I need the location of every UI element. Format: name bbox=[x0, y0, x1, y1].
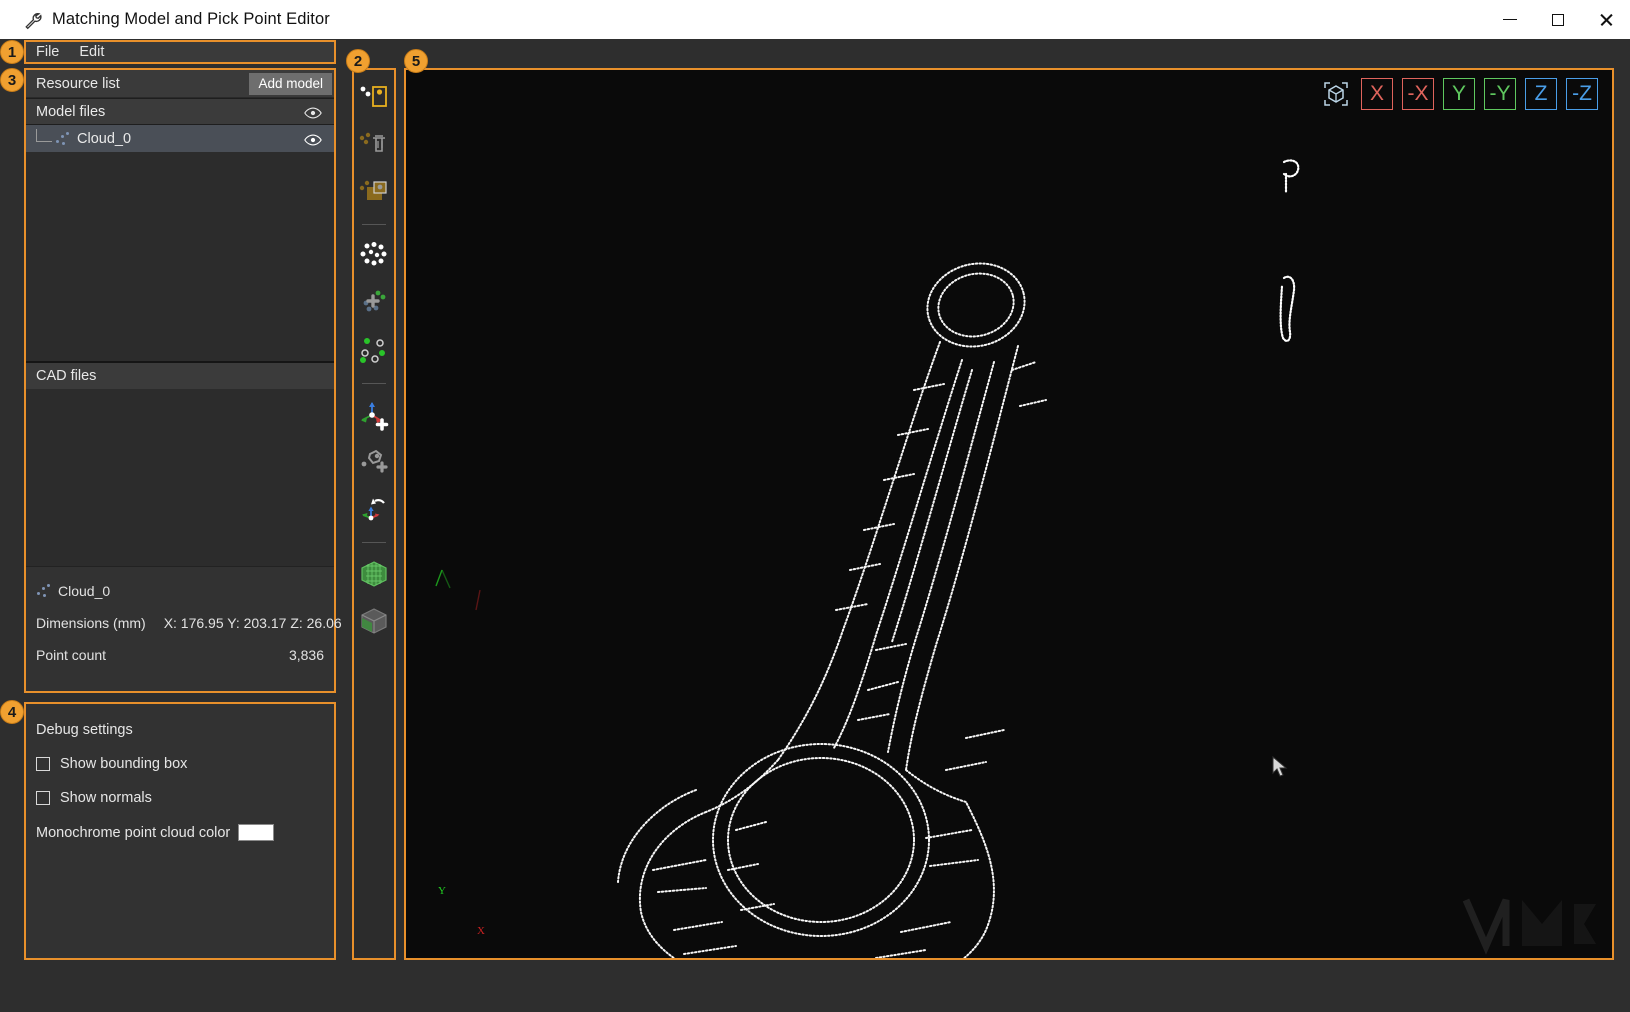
edit-pick-point-tool[interactable] bbox=[357, 445, 391, 479]
resource-panel: Resource list Add model Model files Clou… bbox=[24, 68, 336, 693]
point-count-value: 3,836 bbox=[289, 647, 324, 663]
3d-viewport[interactable]: X -X Y -Y Z -Z bbox=[404, 68, 1614, 960]
show-bounding-box-label: Show bounding box bbox=[60, 756, 187, 772]
minimize-button[interactable] bbox=[1486, 0, 1534, 39]
menu-bar: File Edit bbox=[24, 40, 336, 64]
model-info-area: Cloud_0 Dimensions (mm) X: 176.95 Y: 203… bbox=[26, 567, 334, 671]
view-neg-z-button[interactable]: -Z bbox=[1566, 78, 1598, 110]
annotation-badge-1: 1 bbox=[0, 40, 24, 64]
annotation-badge-5: 5 bbox=[404, 49, 428, 73]
cad-files-label: CAD files bbox=[36, 368, 96, 384]
resource-list-header: Resource list Add model bbox=[26, 70, 334, 98]
model-files-tree: Model files Cloud_0 bbox=[26, 98, 334, 361]
wrench-icon bbox=[22, 10, 42, 30]
view-z-button[interactable]: Z bbox=[1525, 78, 1557, 110]
axis-label-x: X bbox=[477, 925, 485, 937]
annotation-badge-2: 2 bbox=[346, 49, 370, 73]
toolbar-separator bbox=[362, 224, 386, 225]
tree-item-cloud-0[interactable]: Cloud_0 bbox=[26, 125, 334, 152]
delete-points-tool[interactable] bbox=[357, 127, 391, 161]
point-cloud-icon bbox=[36, 583, 52, 599]
mesh-green-tool[interactable] bbox=[357, 557, 391, 591]
cad-files-header: CAD files bbox=[26, 361, 334, 389]
mesh-gray-tool[interactable] bbox=[357, 604, 391, 638]
info-dimensions-row: Dimensions (mm) X: 176.95 Y: 203.17 Z: 2… bbox=[36, 607, 324, 639]
window-title: Matching Model and Pick Point Editor bbox=[52, 10, 330, 29]
point-count-label: Point count bbox=[36, 647, 106, 663]
minimize-icon bbox=[1503, 19, 1517, 21]
watermark-logo bbox=[1456, 890, 1606, 956]
add-points-tool[interactable] bbox=[357, 286, 391, 320]
info-name-row: Cloud_0 bbox=[36, 575, 324, 607]
menu-file[interactable]: File bbox=[26, 44, 69, 60]
add-pick-point-tool[interactable] bbox=[357, 398, 391, 432]
toolbar-separator bbox=[362, 542, 386, 543]
view-y-button[interactable]: Y bbox=[1443, 78, 1475, 110]
debug-settings-panel: Debug settings Show bounding box Show no… bbox=[24, 702, 336, 960]
info-point-count-row: Point count 3,836 bbox=[36, 639, 324, 671]
debug-settings-title: Debug settings bbox=[36, 722, 334, 738]
cloud-0-label: Cloud_0 bbox=[77, 131, 131, 147]
tool-sidebar bbox=[352, 68, 396, 960]
eye-icon[interactable] bbox=[304, 133, 322, 145]
home-view-button[interactable] bbox=[1320, 78, 1352, 110]
edit-points-tool[interactable] bbox=[357, 333, 391, 367]
model-files-empty-area bbox=[26, 152, 334, 361]
show-bounding-box-row[interactable]: Show bounding box bbox=[36, 756, 334, 772]
resource-list-title: Resource list bbox=[36, 76, 120, 92]
show-bounding-box-checkbox[interactable] bbox=[36, 757, 50, 771]
add-model-button[interactable]: Add model bbox=[249, 73, 332, 95]
dimensions-value: X: 176.95 Y: 203.17 Z: 26.06 bbox=[164, 615, 342, 631]
toolbar-separator bbox=[362, 383, 386, 384]
window-controls bbox=[1486, 0, 1630, 39]
point-cloud-icon bbox=[55, 131, 71, 147]
show-normals-row[interactable]: Show normals bbox=[36, 790, 334, 806]
view-orientation-buttons: X -X Y -Y Z -Z bbox=[1320, 78, 1598, 110]
monochrome-color-swatch[interactable] bbox=[238, 824, 274, 841]
close-button[interactable] bbox=[1582, 0, 1630, 39]
monochrome-color-row: Monochrome point cloud color bbox=[36, 824, 334, 841]
tree-item-model-files[interactable]: Model files bbox=[26, 98, 334, 125]
info-model-name: Cloud_0 bbox=[58, 583, 110, 599]
annotation-badge-3: 3 bbox=[0, 68, 24, 92]
app-window: Matching Model and Pick Point Editor 1 2… bbox=[0, 0, 1630, 1012]
monochrome-color-label: Monochrome point cloud color bbox=[36, 825, 230, 841]
show-normals-label: Show normals bbox=[60, 790, 152, 806]
view-neg-y-button[interactable]: -Y bbox=[1484, 78, 1516, 110]
eye-icon[interactable] bbox=[304, 106, 322, 118]
annotation-badge-4: 4 bbox=[0, 700, 24, 724]
select-points-tool[interactable] bbox=[357, 80, 391, 114]
model-files-label: Model files bbox=[36, 104, 105, 120]
point-cloud-render bbox=[406, 70, 1612, 958]
axis-label-y: Y bbox=[438, 885, 446, 897]
rotate-pick-point-tool[interactable] bbox=[357, 492, 391, 526]
view-neg-x-button[interactable]: -X bbox=[1402, 78, 1434, 110]
menu-edit[interactable]: Edit bbox=[69, 44, 114, 60]
view-x-button[interactable]: X bbox=[1361, 78, 1393, 110]
cad-files-empty-area bbox=[26, 389, 334, 567]
dimensions-label: Dimensions (mm) bbox=[36, 615, 146, 631]
maximize-button[interactable] bbox=[1534, 0, 1582, 39]
show-normals-checkbox[interactable] bbox=[36, 791, 50, 805]
arrow-cursor bbox=[1272, 756, 1288, 778]
downsample-tool[interactable] bbox=[357, 239, 391, 273]
crop-save-tool[interactable] bbox=[357, 174, 391, 208]
close-icon bbox=[1599, 12, 1614, 27]
tree-branch-line bbox=[36, 129, 52, 142]
title-bar: Matching Model and Pick Point Editor bbox=[0, 0, 1630, 39]
maximize-icon bbox=[1552, 14, 1564, 26]
